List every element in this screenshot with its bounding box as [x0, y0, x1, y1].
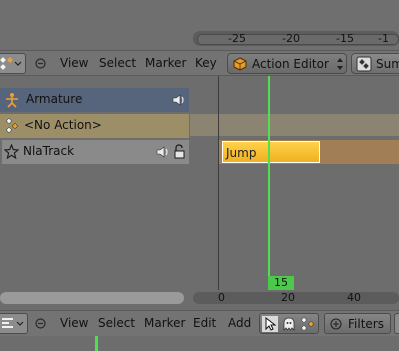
tool-button-group	[259, 313, 319, 334]
channel-nla-track[interactable]: NlaTrack	[2, 140, 189, 164]
action-strip-jump[interactable]: Jump	[222, 141, 320, 163]
menu-edit[interactable]: Edit	[193, 316, 216, 330]
ghost-icon[interactable]	[281, 316, 297, 332]
menu-view[interactable]: View	[60, 316, 88, 330]
channel-label: NlaTrack	[23, 144, 75, 158]
summary-toggle-button[interactable]: Summ	[351, 53, 399, 74]
channel-action-line[interactable]: <No Action>	[0, 114, 189, 138]
summary-label: Summ	[376, 57, 399, 71]
menu-marker[interactable]: Marker	[144, 316, 185, 330]
frame-zero-line	[218, 76, 219, 290]
search-field-edge[interactable]	[394, 313, 399, 334]
menu-view[interactable]: View	[60, 56, 88, 70]
channel-list: Armature <No Action> NlaTrack	[0, 76, 190, 291]
ruler-tick: 20	[281, 291, 295, 304]
summary-icon	[356, 56, 372, 72]
menu-select[interactable]: Select	[98, 316, 135, 330]
timeline-playhead[interactable]	[95, 336, 98, 351]
action-cube-icon	[233, 57, 247, 71]
speaker-icon[interactable]	[155, 145, 170, 159]
channel-list-scrollbar[interactable]	[0, 292, 184, 304]
current-frame-badge[interactable]: 15	[268, 276, 294, 290]
dropdown-arrows-icon	[337, 58, 343, 70]
ruler-tick: 0	[218, 291, 225, 304]
keyframe-filter-icon[interactable]	[300, 316, 316, 332]
timeline-header: View Select Marker Edit Add Filters	[0, 310, 399, 336]
action-keyframes-icon	[5, 117, 19, 133]
speaker-icon[interactable]	[171, 93, 186, 107]
action-line-band	[190, 114, 399, 136]
plus-circle-icon	[330, 318, 342, 330]
filters-label: Filters	[348, 317, 384, 331]
timeline-editor-icon	[2, 318, 24, 328]
ruler-tick: -20	[282, 32, 300, 45]
channel-label: Armature	[26, 92, 83, 106]
timeline-area[interactable]	[0, 336, 399, 351]
channel-armature[interactable]: Armature	[0, 88, 189, 112]
menu-add[interactable]: Add	[228, 316, 251, 330]
ruler-tick: -15	[336, 32, 354, 45]
collapse-menu-icon[interactable]	[35, 58, 46, 69]
editor-mode-label: Action Editor	[252, 57, 329, 71]
menu-marker[interactable]: Marker	[145, 56, 186, 70]
strip-label: Jump	[226, 146, 257, 160]
channel-label: <No Action>	[24, 118, 102, 132]
lock-icon[interactable]	[172, 144, 186, 159]
dopesheet-header: View Select Marker Key Action Editor Sum…	[0, 50, 399, 76]
armature-icon	[6, 93, 18, 108]
ruler-tick: -1	[378, 32, 389, 45]
editor-type-button[interactable]	[0, 53, 26, 74]
ruler-tick: -25	[228, 32, 246, 45]
ruler-tick: 40	[347, 291, 361, 304]
menu-select[interactable]: Select	[99, 56, 136, 70]
collapse-menu-icon[interactable]	[35, 318, 46, 329]
dopesheet-icon	[0, 57, 22, 70]
playhead-line[interactable]	[268, 76, 270, 276]
cursor-icon[interactable]	[262, 316, 278, 332]
editor-type-button[interactable]	[0, 313, 28, 334]
star-icon[interactable]	[4, 144, 19, 159]
filters-button[interactable]: Filters	[324, 313, 391, 334]
editor-mode-dropdown[interactable]: Action Editor	[227, 53, 347, 74]
menu-key[interactable]: Key	[195, 56, 217, 70]
nla-strip-area[interactable]	[190, 76, 399, 291]
